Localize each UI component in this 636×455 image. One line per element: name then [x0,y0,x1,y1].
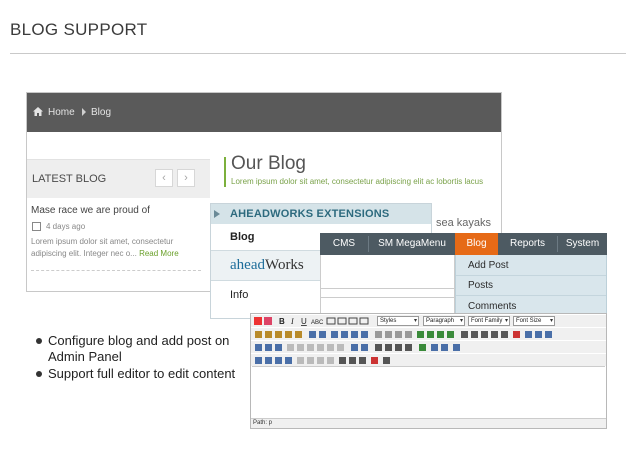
toolbar-icons-row-3[interactable] [251,341,606,353]
post-date: 4 days ago [46,222,86,231]
next-post-button[interactable]: › [177,169,195,187]
latest-blog-widget: LATEST BLOG ‹ › Mase race we are proud o… [27,159,210,291]
post-excerpt: Lorem ipsum dolor sit amet, consectetur … [31,236,206,260]
feature-text: Configure blog and add post on Admin Pan… [48,333,230,364]
editor-toolbar-row-1: B I U ABC Styles Paragraph Font Family F… [251,315,606,327]
dropdown-item-posts[interactable]: Posts [468,280,493,291]
extensions-item-info[interactable]: Info [230,289,248,301]
svg-text:ABC: ABC [311,320,324,326]
feature-list: Configure blog and add post on Admin Pan… [34,333,249,383]
latest-blog-header: LATEST BLOG ‹ › [27,160,210,198]
bullet-icon [36,371,42,377]
editor-toolbar-row-3 [251,341,606,353]
editor-toolbar-row-2 [251,328,606,340]
font-size-select[interactable]: Font Size [513,316,555,326]
aheadworks-logo: aheadWorks [230,257,304,273]
page-subtitle: Lorem ipsum dolor sit amet, consectetur … [231,177,484,186]
breadcrumb: Home Blog [27,93,501,132]
svg-text:B: B [279,317,285,326]
home-icon [33,107,43,116]
editor-toolbar-row-4 [251,354,606,366]
prev-post-button[interactable]: ‹ [155,169,173,187]
bullet-icon [36,338,42,344]
rich-text-editor: B I U ABC Styles Paragraph Font Family F… [250,313,607,429]
toolbar-icons-row-4[interactable] [251,354,606,366]
dropdown-divider [456,295,606,296]
menu-item-sm-megamenu[interactable]: SM MegaMenu [369,233,455,255]
breadcrumb-current: Blog [91,107,112,118]
menu-item-reports[interactable]: Reports [498,233,557,255]
admin-page-fragment [320,255,455,315]
admin-menu-bar: CMS SM MegaMenu Blog Reports System [320,233,607,255]
section-title: BLOG SUPPORT [10,20,148,39]
extensions-header[interactable]: AHEADWORKS EXTENSIONS [211,204,431,224]
post-title-link[interactable]: Mase race we are proud of [31,205,150,216]
editor-content-area[interactable] [252,366,605,416]
dropdown-item-add-post[interactable]: Add Post [468,260,509,271]
calendar-icon [32,222,41,231]
menu-item-cms[interactable]: CMS [320,233,368,255]
dropdown-divider [456,275,606,276]
menu-item-system[interactable]: System [558,233,607,255]
admin-page-line [321,288,454,289]
svg-text:I: I [290,317,294,326]
styles-select[interactable]: Styles [377,316,419,326]
breadcrumb-home-link[interactable]: Home [48,107,75,118]
extensions-item-blog[interactable]: Blog [230,231,254,243]
feature-item: Configure blog and add post on Admin Pan… [34,333,249,365]
feature-item: Support full editor to edit content [34,366,249,382]
side-text: sea kayaks [436,217,492,229]
section-divider [10,53,626,54]
dropdown-item-comments[interactable]: Comments [468,301,516,312]
post-divider [31,270,201,271]
blog-dropdown-menu: Add Post Posts Comments [455,255,607,315]
feature-text: Support full editor to edit content [48,366,236,381]
font-family-select[interactable]: Font Family [468,316,510,326]
svg-text:U: U [301,317,307,326]
editor-status-path: Path: p [251,418,606,428]
breadcrumb-separator-icon [82,108,86,116]
menu-item-blog[interactable]: Blog [455,233,498,255]
title-accent-bar [224,157,226,187]
page-title: Our Blog [231,153,306,174]
paragraph-select[interactable]: Paragraph [423,316,465,326]
toolbar-icons-row-2[interactable] [251,328,606,340]
extensions-heading: AHEADWORKS EXTENSIONS [230,208,390,220]
latest-blog-title: LATEST BLOG [32,173,107,185]
read-more-link[interactable]: Read More [139,249,179,258]
expand-arrow-icon [214,210,220,218]
admin-page-line [321,297,454,298]
